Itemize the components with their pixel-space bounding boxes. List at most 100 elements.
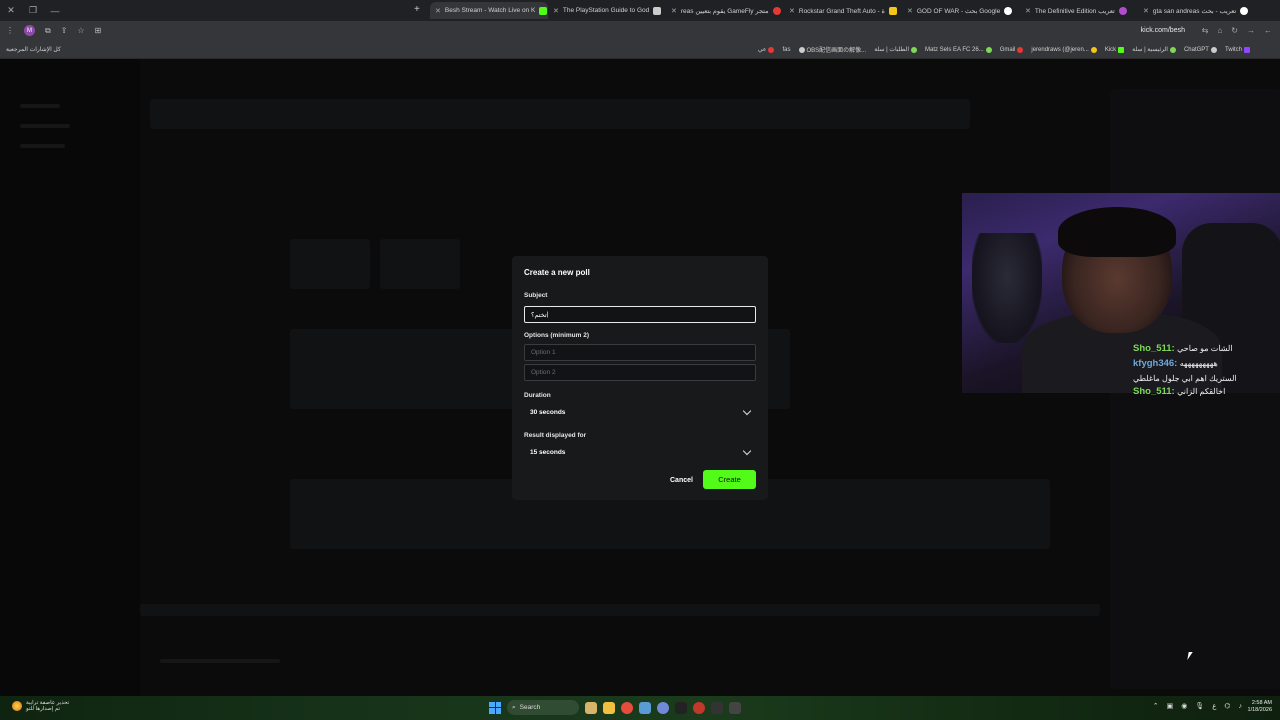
browser-tab-strip: ✕ ❐ — + ✕ Besh Stream - Watch Live on K ✕… <box>0 0 1280 21</box>
close-tab-icon[interactable]: ✕ <box>435 7 441 15</box>
widget-icon[interactable] <box>585 701 597 714</box>
bookmark-list: عي fas OBS配信画面の解像... الطلبات | سلة Matz … <box>758 45 1250 54</box>
url-field[interactable]: kick.com/besh <box>1141 27 1185 34</box>
dimmed-header <box>150 99 970 129</box>
tab[interactable]: ✕ reas يقوم بتعيين GameFly متجر <box>666 2 784 19</box>
chevron-up-icon[interactable]: ⌃ <box>1153 702 1159 710</box>
bookmark-item[interactable]: Matz Sels EA FC 26... <box>925 46 992 53</box>
all-bookmarks-folder[interactable]: كل الإشارات المرجعية <box>6 46 61 53</box>
ea-icon <box>985 46 992 53</box>
wifi-icon[interactable]: ⌬ <box>1224 702 1230 710</box>
weather-text: تحذير عاصفة ترابية تم إصدارها للتو <box>26 700 69 712</box>
bookmark-item[interactable]: عي <box>758 46 775 53</box>
system-tray: ⌃ ▣ ◉ 🎙 ع ⌬ ♪ <box>1153 702 1243 711</box>
site-settings-icon[interactable]: ⇆ <box>1202 26 1209 35</box>
forward-icon[interactable]: → <box>1247 26 1255 35</box>
tab-label: Rockstar Grand Theft Auto - ة <box>798 7 885 15</box>
bookmark-label: الطلبات | سلة <box>874 47 910 53</box>
windows-start-icon[interactable] <box>489 701 501 714</box>
file-explorer-icon[interactable] <box>603 701 615 714</box>
dimmed-nav-item <box>20 124 70 128</box>
close-tab-icon[interactable]: ✕ <box>789 7 795 15</box>
clock-date: 1/18/2026 <box>1247 707 1272 714</box>
duration-label: Duration <box>524 392 551 399</box>
discord-icon[interactable] <box>657 701 669 714</box>
rockstar-favicon-icon <box>888 6 897 15</box>
subject-input[interactable]: تختم؟ | <box>524 306 756 323</box>
app-icon[interactable] <box>729 701 741 714</box>
option-1-input[interactable]: Option 1 <box>524 344 756 361</box>
bookmark-star-icon[interactable]: ☆ <box>77 26 84 35</box>
tab[interactable]: ✕ Besh Stream - Watch Live on K <box>430 2 548 19</box>
tab[interactable]: ✕ The PlayStation Guide to God <box>548 2 666 19</box>
new-tab-icon[interactable]: + <box>414 4 420 15</box>
bookmark-item[interactable]: Twitch <box>1225 46 1250 53</box>
tab[interactable]: ✕ Rockstar Grand Theft Auto - ة <box>784 2 902 19</box>
vscode-icon[interactable] <box>639 701 651 714</box>
chat-message: الستريك اهم ابي جلول ماغلطي <box>1133 373 1273 385</box>
result-duration-select[interactable]: 15 seconds <box>524 444 756 461</box>
network-icon[interactable]: ◉ <box>1181 702 1187 710</box>
cancel-button[interactable]: Cancel <box>668 473 695 488</box>
close-tab-icon[interactable]: ✕ <box>1025 7 1031 15</box>
app-icon[interactable] <box>693 701 705 714</box>
address-bar: ⋮ M ⧉ ⇪ ☆ ⊞ kick.com/besh ⇆ ⌂ ↻ → ← <box>0 21 1280 41</box>
result-duration-value: 15 seconds <box>530 449 566 456</box>
bookmark-item[interactable]: fas <box>782 47 790 53</box>
modal-title: Create a new poll <box>524 268 590 277</box>
restore-window-icon[interactable]: ❐ <box>22 5 44 16</box>
menu-icon[interactable]: ⋮ <box>6 26 14 35</box>
profile-avatar[interactable]: M <box>24 25 35 36</box>
bookmark-item[interactable]: الرئيسية | سلة <box>1132 46 1176 53</box>
search-icon: ⌕ <box>512 703 516 711</box>
taskbar-apps: ⌕ Search <box>489 700 741 715</box>
gmail-icon <box>1017 46 1024 53</box>
taskbar-clock[interactable]: 2:58 AM 1/18/2026 <box>1248 700 1272 714</box>
close-tab-icon[interactable]: ✕ <box>553 7 559 15</box>
bookmark-label: jerendraws (@jeren... <box>1031 46 1089 53</box>
tab-label: Besh Stream - Watch Live on K <box>444 7 536 14</box>
tab[interactable]: ✕ The Definitive Edition تعريب <box>1020 2 1138 19</box>
share-icon[interactable]: ⇪ <box>61 26 68 35</box>
mic-icon[interactable]: 🎙 <box>1195 702 1204 710</box>
chat-message: Sho_511: الشات مو صاحي <box>1133 343 1273 356</box>
back-icon[interactable]: ← <box>1264 26 1272 35</box>
bookmark-label: Matz Sels EA FC 26... <box>925 46 984 53</box>
bookmark-label: الرئيسية | سلة <box>1132 47 1168 53</box>
close-tab-icon[interactable]: ✕ <box>907 7 913 15</box>
minimize-window-icon[interactable]: — <box>44 6 66 16</box>
close-tab-icon[interactable]: ✕ <box>671 7 677 15</box>
option-2-input[interactable]: Option 2 <box>524 364 756 381</box>
chrome-icon[interactable] <box>621 701 633 714</box>
result-displayed-label: Result displayed for <box>524 432 587 439</box>
bookmark-item[interactable]: Gmail <box>1000 46 1024 53</box>
bookmark-item[interactable]: Kick <box>1104 46 1125 53</box>
obs-icon[interactable] <box>675 701 687 714</box>
close-window-icon[interactable]: ✕ <box>0 5 22 16</box>
taskbar-search[interactable]: ⌕ Search <box>507 700 579 715</box>
tab[interactable]: ✕ GOD OF WAR - بحث Google <box>902 2 1020 19</box>
kick-favicon-icon <box>539 6 548 15</box>
folder-icon[interactable]: ▣ <box>1167 702 1174 710</box>
weather-widget[interactable]: تحذير عاصفة ترابية تم إصدارها للتو <box>12 700 69 712</box>
volume-icon[interactable]: ♪ <box>1239 703 1243 710</box>
reload-icon[interactable]: ↻ <box>1231 26 1238 35</box>
install-app-icon[interactable]: ⊞ <box>95 26 102 35</box>
bookmark-item[interactable]: ChatGPT <box>1184 46 1217 53</box>
chat-message: Sho_511: اخالقكم الزاني <box>1133 386 1273 399</box>
bookmark-item[interactable]: jerendraws (@jeren... <box>1031 46 1097 53</box>
home-icon[interactable]: ⌂ <box>1217 26 1222 35</box>
terminal-icon[interactable] <box>711 701 723 714</box>
bookmark-item[interactable]: الطلبات | سلة <box>874 46 918 53</box>
tab[interactable]: ✕ gta san andreas تعريب - بحث <box>1138 2 1256 19</box>
extensions-icon[interactable]: ⧉ <box>45 26 51 36</box>
person-hair-shape <box>1058 207 1176 257</box>
language-icon[interactable]: ع <box>1212 702 1216 710</box>
duration-select[interactable]: 30 seconds <box>524 404 756 421</box>
close-tab-icon[interactable]: ✕ <box>1143 7 1149 15</box>
bookmark-label: Kick <box>1104 46 1117 53</box>
bookmark-item[interactable]: OBS配信画面の解像... <box>798 45 866 54</box>
subject-label: Subject <box>524 292 548 299</box>
tab-label: GOD OF WAR - بحث Google <box>916 7 1001 15</box>
create-button[interactable]: Create <box>703 470 756 489</box>
